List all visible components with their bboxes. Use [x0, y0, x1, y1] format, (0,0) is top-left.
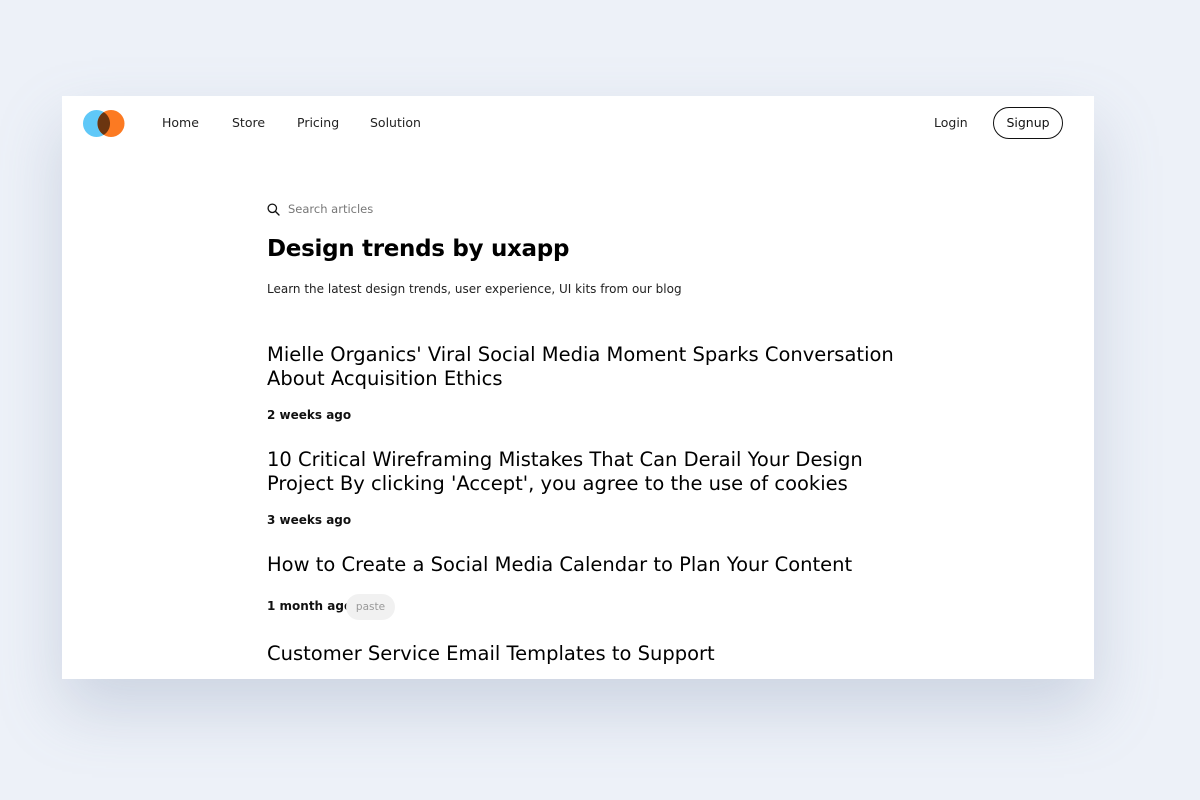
article-date: 1 month ago [267, 599, 353, 613]
article-date: 2 weeks ago [267, 408, 352, 422]
nav-link-solution[interactable]: Solution [370, 115, 421, 130]
article-date: 3 weeks ago [267, 513, 352, 527]
article-title[interactable]: 10 Critical Wireframing Mistakes That Ca… [267, 448, 907, 496]
search-icon[interactable] [267, 202, 280, 216]
article-tag[interactable]: paste [346, 594, 395, 620]
nav-link-store[interactable]: Store [232, 115, 265, 130]
search-bar [267, 202, 488, 216]
page-subtitle: Learn the latest design trends, user exp… [267, 282, 682, 296]
overlapping-circles-logo[interactable] [82, 109, 126, 138]
article-title[interactable]: How to Create a Social Media Calendar to… [267, 553, 907, 577]
page-title: Design trends by uxapp [267, 236, 570, 262]
article-title[interactable]: Customer Service Email Templates to Supp… [267, 642, 907, 666]
login-link[interactable]: Login [934, 115, 968, 130]
search-input[interactable] [288, 202, 488, 216]
article-title[interactable]: Mielle Organics' Viral Social Media Mome… [267, 343, 907, 391]
signup-button[interactable]: Signup [993, 107, 1063, 139]
browser-window: Home Store Pricing Solution Login Signup… [62, 96, 1094, 679]
nav-link-home[interactable]: Home [162, 115, 199, 130]
nav-link-pricing[interactable]: Pricing [297, 115, 339, 130]
